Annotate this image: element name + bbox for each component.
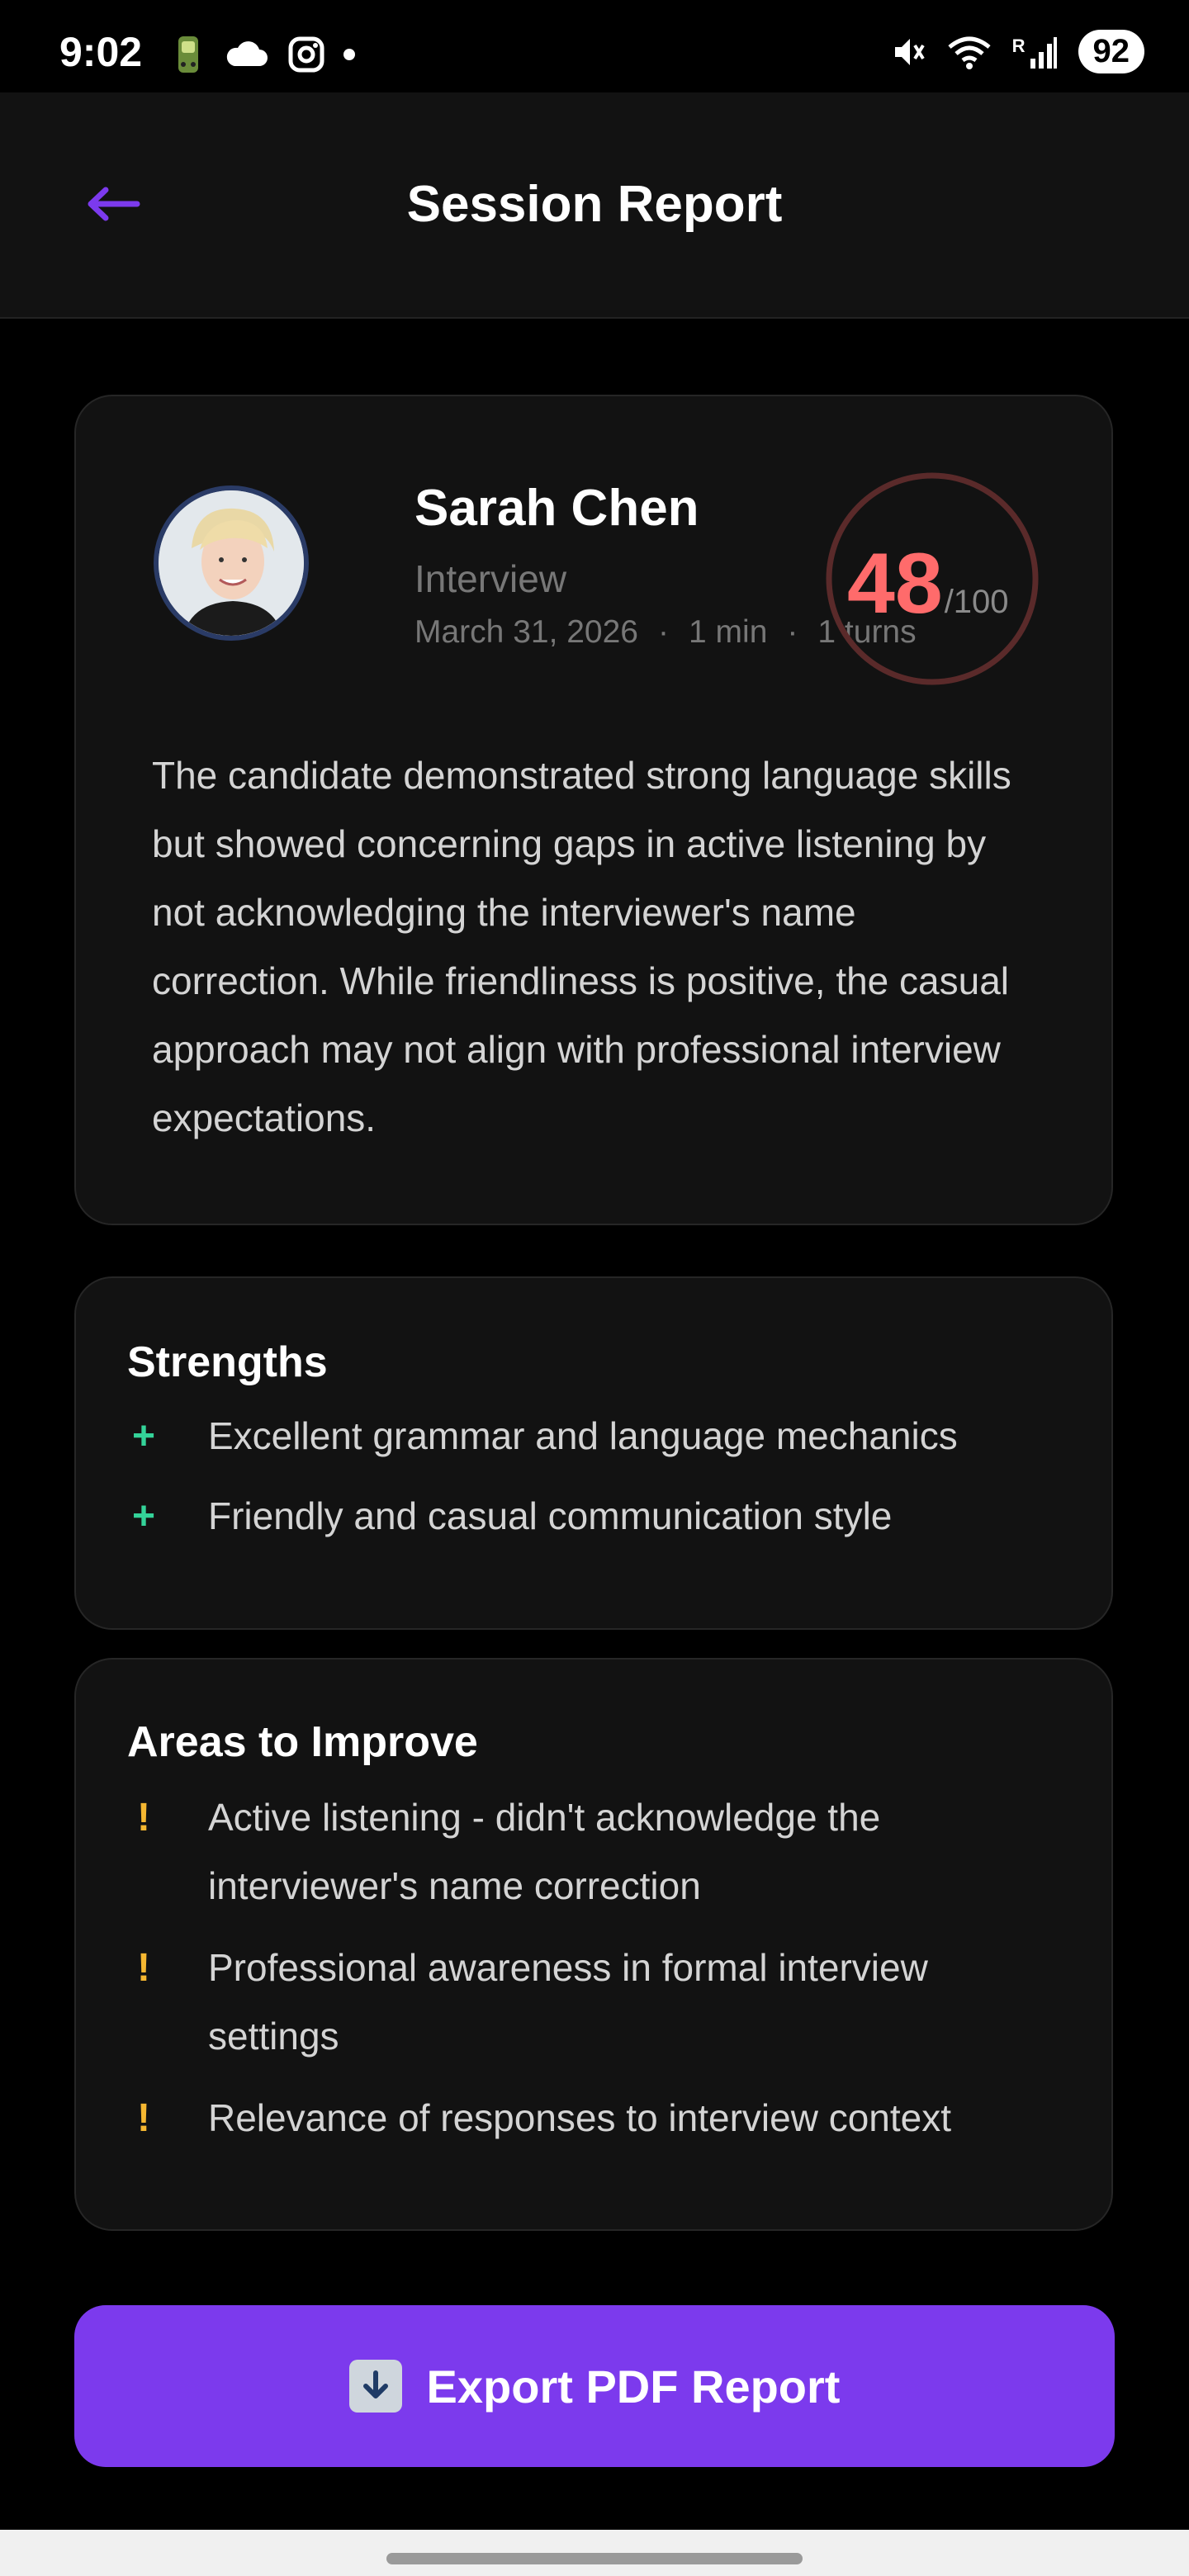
session-duration: 1 min: [689, 614, 768, 650]
meta-separator: ·: [658, 614, 670, 650]
profile-card: Sarah Chen Interview March 31, 2026 · 1 …: [74, 395, 1113, 1225]
home-gesture-handle[interactable]: [386, 2553, 803, 2564]
system-icons: R 92: [890, 30, 1144, 73]
list-item: ! Professional awareness in formal inter…: [127, 1934, 1060, 2071]
meta-separator: ·: [787, 614, 798, 650]
dot-icon: [343, 49, 355, 60]
plus-icon: +: [131, 1494, 156, 1538]
score-display: 48 /100: [847, 535, 1009, 633]
exclamation-icon: !: [137, 1946, 150, 1990]
section-title-improve: Areas to Improve: [127, 1718, 478, 1766]
session-summary: The candidate demonstrated strong langua…: [152, 754, 1011, 1139]
strengths-card: Strengths + Excellent grammar and langua…: [74, 1276, 1113, 1630]
status-bar: 9:02 R 92: [0, 0, 1189, 92]
status-time: 9:02: [59, 29, 143, 75]
battery-indicator: 92: [1078, 30, 1144, 73]
signal-label: R: [1011, 35, 1026, 56]
app-header: Session Report: [0, 92, 1189, 319]
score-value: 48: [847, 536, 943, 632]
list-item: ! Active listening - didn't acknowledge …: [127, 1783, 1060, 1920]
system-nav-bar: [0, 2530, 1189, 2576]
page-title: Session Report: [406, 176, 783, 233]
export-pdf-button[interactable]: Export PDF Report: [74, 2305, 1115, 2467]
improve-text: Relevance of responses to interview cont…: [208, 2096, 952, 2139]
improve-list: ! Active listening - didn't acknowledge …: [127, 1783, 1060, 2152]
exclamation-icon: !: [137, 2096, 150, 2140]
download-arrow-icon: [348, 2360, 402, 2413]
score-max: /100: [944, 584, 1009, 620]
strengths-list: + Excellent grammar and language mechani…: [127, 1402, 1060, 1551]
instagram-icon: [288, 36, 324, 73]
exclamation-icon: !: [137, 1796, 150, 1840]
session-date: March 31, 2026: [414, 614, 639, 650]
avatar: [154, 485, 309, 641]
mute-icon: [894, 38, 925, 65]
strength-text: Excellent grammar and language mechanics: [208, 1414, 958, 1457]
session-type: Interview: [414, 557, 567, 600]
car-app-icon: [178, 36, 198, 73]
improve-text: Active listening - didn't acknowledge th…: [208, 1796, 881, 1907]
list-item: + Friendly and casual communication styl…: [127, 1482, 1060, 1551]
plus-icon: +: [131, 1414, 156, 1458]
improve-text: Professional awareness in formal intervi…: [208, 1946, 928, 2057]
signal-icon: R: [1012, 36, 1059, 69]
export-label: Export PDF Report: [426, 2360, 841, 2413]
user-name: Sarah Chen: [414, 480, 699, 537]
list-item: + Excellent grammar and language mechani…: [127, 1402, 1060, 1470]
strength-text: Friendly and casual communication style: [208, 1494, 893, 1537]
list-item: ! Relevance of responses to interview co…: [127, 2084, 1060, 2152]
improve-card: Areas to Improve ! Active listening - di…: [74, 1658, 1113, 2231]
notification-icons: [172, 33, 355, 76]
section-title-strengths: Strengths: [127, 1338, 328, 1386]
cloud-icon: [226, 41, 268, 66]
wifi-icon: [948, 36, 991, 69]
